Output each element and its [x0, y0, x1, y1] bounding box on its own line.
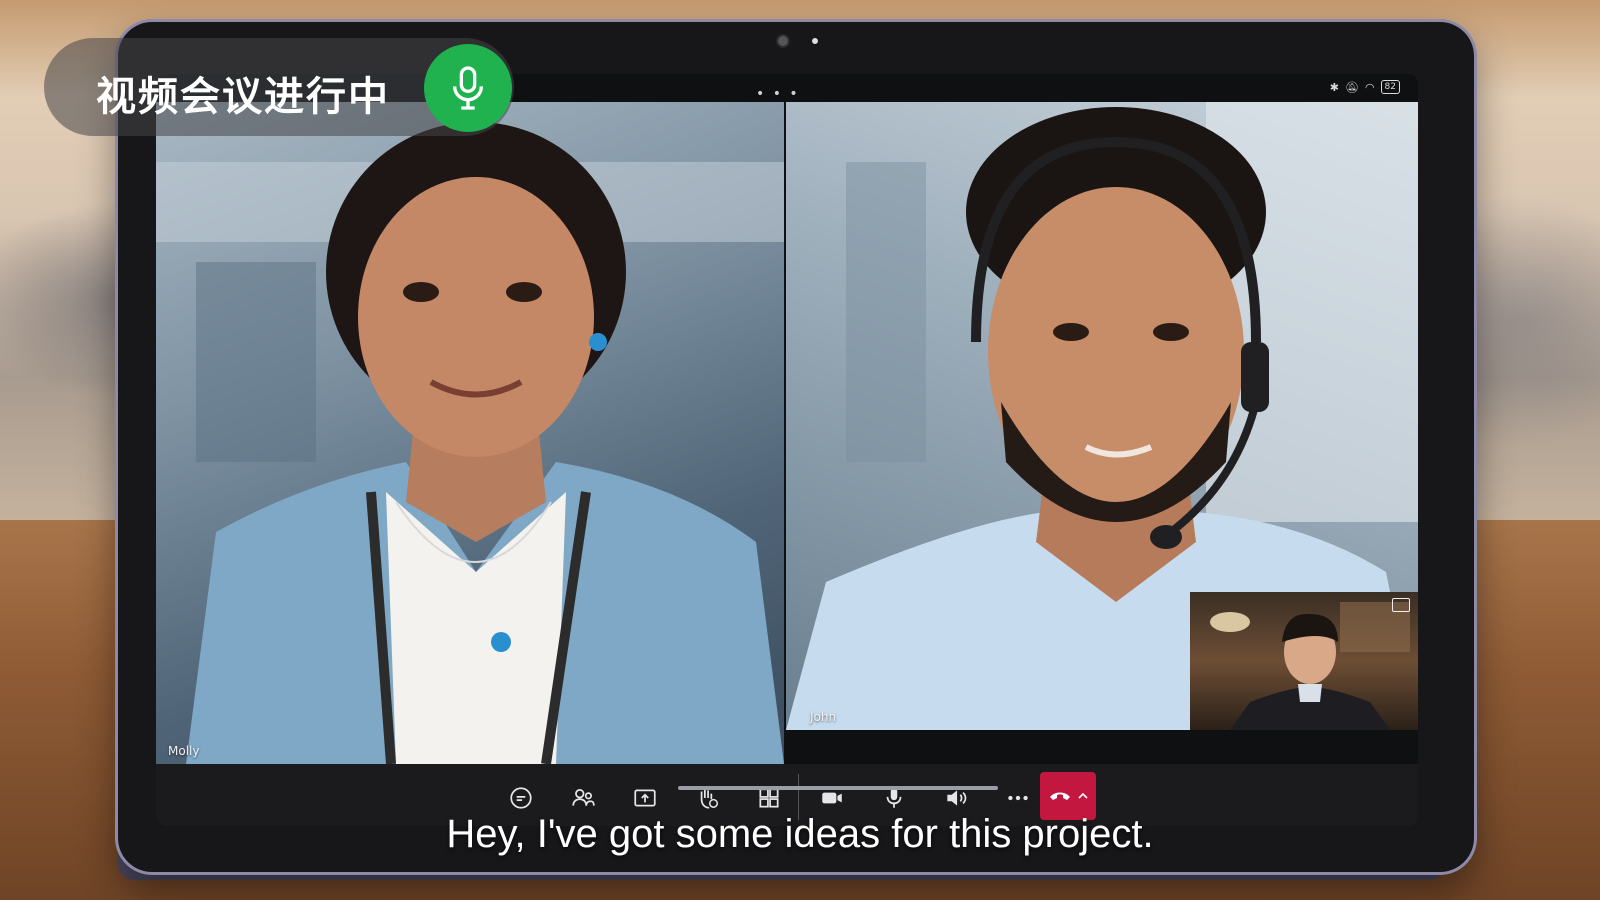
share-screen-icon	[634, 789, 656, 807]
self-view-video[interactable]	[1190, 592, 1418, 730]
light-sensor	[812, 38, 818, 44]
home-indicator[interactable]	[678, 786, 998, 790]
battery-icon: 82	[1380, 80, 1400, 94]
self-view-person	[1210, 602, 1410, 730]
hang-up-icon	[1050, 792, 1070, 800]
front-camera	[778, 36, 788, 46]
caption-subtitle: Hey, I've got some ideas for this projec…	[446, 812, 1154, 856]
chat-icon	[510, 787, 532, 809]
status-icons: ✱ 🔕︎ ◠ 82	[1330, 80, 1400, 94]
participant-name-label: John	[810, 710, 837, 724]
switch-camera-icon[interactable]	[1392, 598, 1410, 612]
participant-video-molly	[156, 122, 784, 764]
participants-icon	[572, 789, 595, 806]
bluetooth-icon: ✱	[1329, 80, 1339, 94]
window-handle-icon[interactable]: • • •	[756, 86, 800, 102]
voice-input-button[interactable]	[424, 44, 512, 132]
meeting-status-badge: 视频会议进行中	[44, 38, 514, 136]
wifi-icon: ◠	[1364, 80, 1375, 94]
video-tile-molly[interactable]: Molly	[156, 102, 784, 764]
mute-bell-icon: 🔕︎	[1344, 80, 1359, 94]
tablet-device: • • • ✱ 🔕︎ ◠ 82 Molly John	[118, 22, 1474, 872]
chevron-up-icon[interactable]	[1078, 792, 1088, 800]
participant-name-label: Molly	[168, 744, 200, 758]
microphone-icon	[453, 66, 483, 110]
meeting-screen: • • • ✱ 🔕︎ ◠ 82 Molly John	[156, 74, 1418, 826]
more-icon	[1008, 795, 1028, 801]
meeting-status-text: 视频会议进行中	[96, 74, 390, 120]
